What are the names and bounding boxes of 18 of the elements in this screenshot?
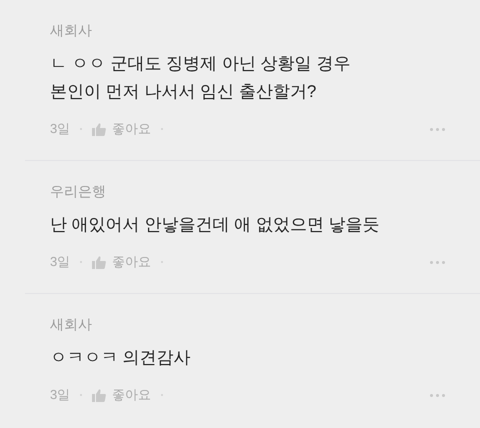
comment-author: 우리은행 xyxy=(50,182,107,201)
like-button[interactable]: 좋아요 xyxy=(92,386,152,404)
thumbs-up-icon xyxy=(92,388,106,402)
comment-time: 3일 xyxy=(50,253,70,271)
more-button[interactable] xyxy=(430,394,445,396)
like-button[interactable]: 좋아요 xyxy=(92,120,152,138)
comment-time: 3일 xyxy=(50,120,70,138)
comment-text: 난 애있어서 안낳을건데 애 없었으면 낳을듯 xyxy=(50,214,381,236)
comment-time: 3일 xyxy=(50,386,70,404)
comment-text: ㅇㅋㅇㅋ 의견감사 xyxy=(50,347,192,369)
more-button[interactable] xyxy=(430,128,445,130)
more-button[interactable] xyxy=(430,260,445,264)
thumbs-up-icon xyxy=(92,256,106,268)
comment-author: 새회사 xyxy=(50,315,93,334)
thumbs-up-icon xyxy=(92,122,106,136)
comment-text: ㄴ ㅇㅇ 군대도 징병제 아닌 상황일 경우 본인이 먼저 나서서 임신 출산할거? xyxy=(50,53,352,103)
like-button[interactable]: 좋아요 xyxy=(92,253,152,271)
comment-author: 새회사 xyxy=(50,21,93,40)
